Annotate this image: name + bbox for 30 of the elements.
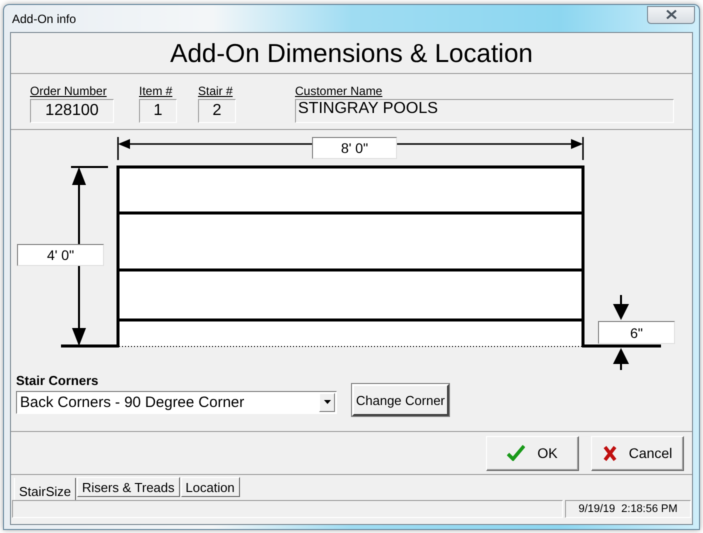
step-down-arrow	[613, 295, 629, 320]
checkmark-icon	[507, 445, 526, 461]
ground-line	[61, 344, 119, 348]
cancel-button[interactable]: Cancel	[591, 436, 684, 470]
height-field[interactable]: 4' 0"	[17, 244, 104, 266]
width-field[interactable]: 8' 0"	[312, 137, 397, 159]
change-corner-button[interactable]: Change Corner	[352, 384, 449, 416]
customer-name-field: STINGRAY POOLS	[295, 99, 674, 123]
field-label: Item #	[139, 84, 172, 98]
value-field: 1	[139, 99, 177, 123]
value-field: 2	[198, 99, 236, 123]
step-up-arrow	[613, 348, 629, 370]
stair-corners-dropdown[interactable]: Back Corners - 90 Degree Corner	[16, 390, 337, 414]
dialog-heading: Add-On Dimensions & Location	[11, 33, 692, 74]
close-button[interactable]	[647, 6, 695, 24]
window-title: Add-On info	[12, 12, 76, 26]
value-field: 128100	[30, 99, 114, 123]
dropdown-arrow-icon	[324, 400, 330, 404]
stair-corners-label: Stair Corners	[16, 373, 100, 388]
status-datetime: 9/19/19 2:18:56 PM	[565, 500, 691, 518]
close-icon	[666, 10, 676, 19]
tab[interactable]: StairSize	[14, 478, 76, 501]
ok-button[interactable]: OK	[486, 436, 579, 470]
field-label: Order Number	[30, 84, 107, 98]
x-icon	[602, 446, 617, 460]
step-height-field[interactable]: 6"	[598, 321, 675, 344]
tab[interactable]: Location	[180, 477, 240, 497]
field-label: Stair #	[198, 84, 233, 98]
field-label: Customer Name	[295, 84, 382, 98]
tab[interactable]: Risers & Treads	[77, 477, 180, 497]
